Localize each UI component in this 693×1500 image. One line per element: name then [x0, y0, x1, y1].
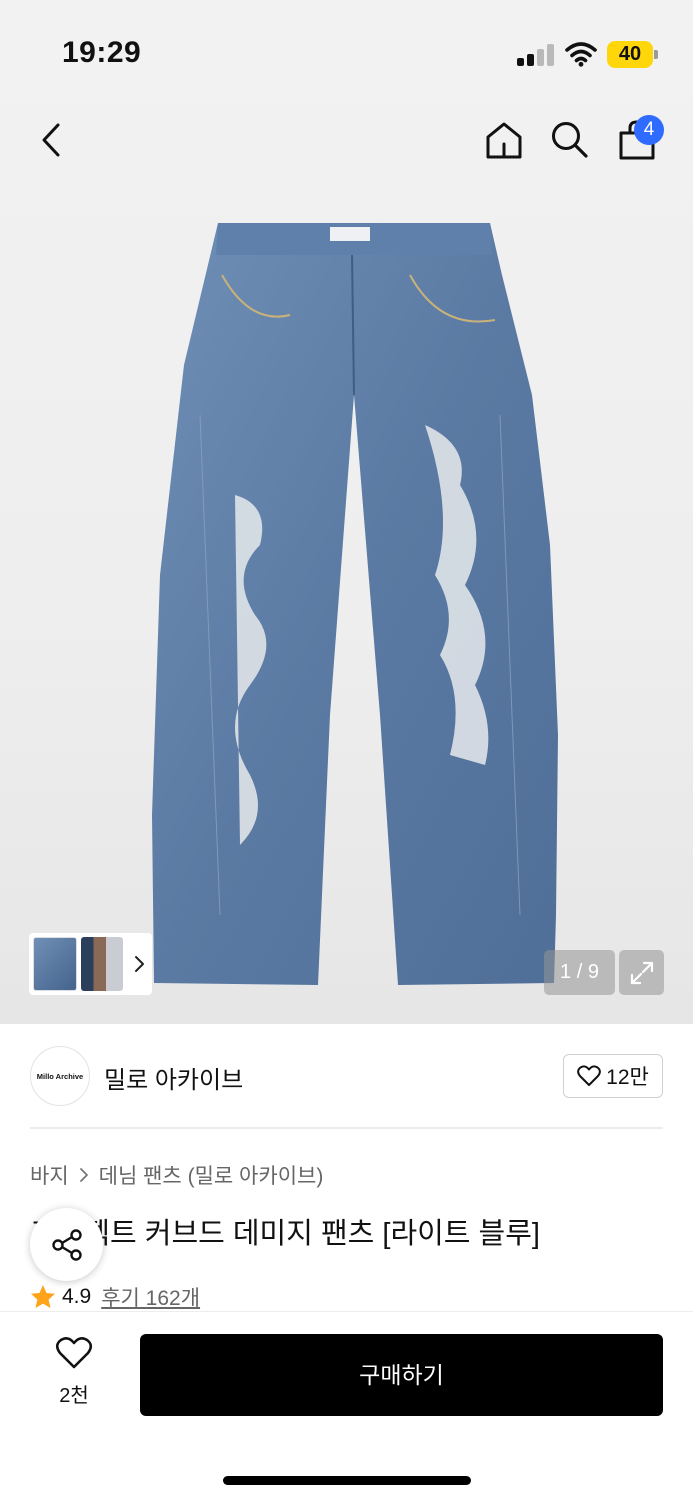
brand-row[interactable]: Millo Archive 밀로 아카이브 12만	[0, 1024, 693, 1128]
expand-button[interactable]	[619, 950, 664, 995]
review-link[interactable]: 후기 162개	[101, 1282, 200, 1312]
wishlist-button[interactable]: 2천	[44, 1336, 104, 1407]
battery-indicator: 40	[607, 41, 658, 68]
home-indicator	[223, 1476, 471, 1485]
brand-like-button[interactable]: 12만	[563, 1054, 663, 1098]
brand-like-count: 12만	[606, 1066, 649, 1089]
brand-name[interactable]: 밀로 아카이브	[104, 1060, 243, 1095]
heart-icon	[577, 1065, 602, 1086]
chevron-right-icon[interactable]	[129, 953, 151, 975]
rating-value: 4.9	[62, 1285, 92, 1308]
bottom-bar: 2천 구매하기	[0, 1311, 693, 1500]
share-icon	[51, 1228, 82, 1261]
thumbnail-image[interactable]	[81, 937, 123, 991]
wifi-icon	[565, 42, 597, 67]
thumbnail-image[interactable]	[33, 937, 77, 991]
breadcrumb-subcategory[interactable]: 데님 팬츠 (밀로 아카이브)	[99, 1160, 324, 1190]
divider	[30, 1127, 663, 1129]
home-button[interactable]	[480, 116, 528, 164]
breadcrumb: 바지 데님 팬츠 (밀로 아카이브)	[30, 1160, 323, 1190]
status-bar: 19:29 40	[0, 0, 693, 100]
home-icon	[486, 122, 522, 159]
product-hero: 19:29 40 4 1 / 9	[0, 0, 693, 1024]
status-time: 19:29	[62, 36, 142, 69]
share-button[interactable]	[30, 1208, 103, 1281]
cart-badge: 4	[634, 115, 664, 145]
heart-icon	[55, 1337, 93, 1369]
thumbnail-strip[interactable]	[29, 933, 152, 995]
battery-level: 40	[607, 41, 653, 68]
back-button[interactable]	[28, 116, 76, 164]
product-image[interactable]	[140, 215, 560, 995]
wishlist-count: 2천	[59, 1385, 89, 1407]
brand-logo[interactable]: Millo Archive	[30, 1046, 90, 1106]
cellular-signal-icon	[517, 44, 555, 66]
star-icon	[31, 1285, 55, 1308]
rating-row: 4.9 후기 162개	[30, 1282, 200, 1312]
breadcrumb-category[interactable]: 바지	[30, 1160, 69, 1190]
search-icon	[552, 122, 588, 158]
search-button[interactable]	[546, 116, 594, 164]
product-title: 프로젝트 커브드 데미지 팬츠 [라이트 블루]	[30, 1218, 540, 1250]
expand-icon	[630, 961, 653, 984]
buy-button[interactable]: 구매하기	[140, 1334, 663, 1416]
chevron-left-icon	[42, 123, 60, 157]
chevron-right-icon	[79, 1168, 88, 1182]
image-counter: 1 / 9	[544, 950, 615, 995]
